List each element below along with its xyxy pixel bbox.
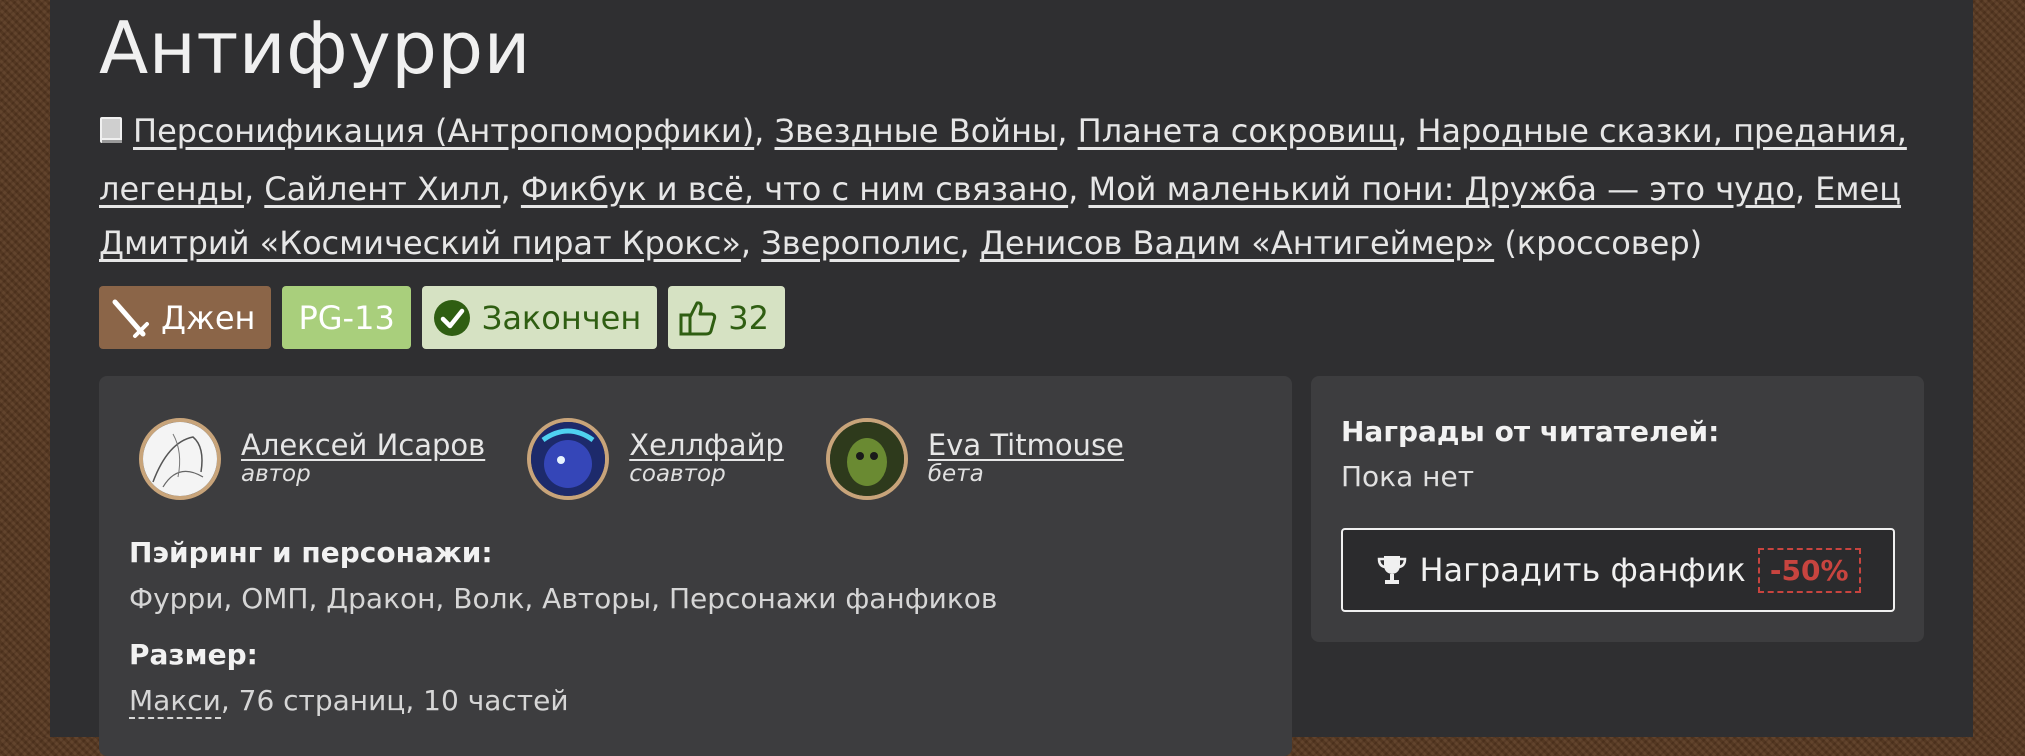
avatar[interactable] [825, 418, 908, 500]
book-icon [99, 108, 125, 162]
size-kind[interactable]: Макси [129, 684, 221, 719]
fandom-link[interactable]: Фикбук и всё, что с ним связано [521, 170, 1068, 208]
awards-title: Награды от читателей: [1341, 415, 1720, 448]
pairing-value: Фурри, ОМП, Дракон, Волк, Авторы, Персон… [129, 582, 998, 615]
direction-badge[interactable]: Джен [99, 286, 272, 349]
beta-role: бета [927, 461, 984, 487]
person-author: Алексей Исаров автор [139, 418, 485, 500]
rating-badge[interactable]: PG-13 [282, 286, 411, 349]
trophy-icon [1378, 556, 1407, 584]
fandom-link[interactable]: Планета сокровищ [1078, 112, 1397, 150]
status-badge[interactable]: Закончен [421, 286, 658, 349]
pairing-label: Пэйринг и персонажи: [129, 536, 493, 569]
coauthor-link[interactable]: Хеллфайр [629, 430, 784, 460]
people-list: Алексей Исаров автор Хеллфайр соавтор Ev… [139, 418, 1166, 500]
likes-badge[interactable]: 32 [668, 286, 785, 349]
fanfic-page: Антифурри Персонификация (Антропоморфики… [50, 0, 1973, 756]
person-coauthor: Хеллфайр соавтор [527, 418, 784, 500]
badge-row: Джен PG-13 Закончен 32 [99, 286, 785, 349]
discount-badge: -50% [1757, 547, 1861, 593]
beta-link[interactable]: Eva Titmouse [928, 430, 1124, 460]
check-circle-icon [433, 299, 470, 336]
crossover-note: (кроссовер) [1504, 224, 1703, 262]
likes-count: 32 [728, 298, 769, 337]
thumbs-up-icon [679, 300, 717, 335]
avatar[interactable] [527, 418, 610, 500]
status-label: Закончен [481, 298, 642, 337]
fandom-link[interactable]: Сайлент Хилл [264, 170, 500, 208]
awards-panel: Награды от читателей: Пока нет Наградить… [1311, 376, 1924, 642]
author-role: автор [241, 461, 311, 487]
info-panel: Алексей Исаров автор Хеллфайр соавтор Ev… [99, 376, 1292, 756]
person-beta: Eva Titmouse бета [825, 418, 1124, 500]
direction-label: Джен [161, 298, 256, 337]
fandom-link[interactable]: Зверополис [761, 224, 959, 262]
fandom-link[interactable]: Денисов Вадим «Антигеймер» [980, 224, 1494, 262]
size-label: Размер: [129, 638, 258, 671]
fandom-list: Персонификация (Антропоморфики), Звездны… [99, 104, 1959, 270]
fandom-link[interactable]: Мой маленький пони: Дружба — это чудо [1088, 170, 1794, 208]
award-fanfic-button[interactable]: Наградить фанфик -50% [1341, 528, 1895, 612]
size-value: Макси, 76 страниц, 10 частей [129, 684, 569, 719]
fandom-link[interactable]: Персонификация (Антропоморфики) [133, 112, 754, 150]
sword-icon [112, 299, 149, 338]
fandom-link[interactable]: Звездные Войны [775, 112, 1058, 150]
rating-label: PG-13 [298, 298, 395, 337]
awards-empty-text: Пока нет [1341, 460, 1474, 493]
size-details: , 76 страниц, 10 частей [220, 684, 569, 717]
award-button-label: Наградить фанфик [1419, 551, 1746, 589]
avatar[interactable] [139, 418, 221, 500]
page-title: Антифурри [99, 6, 531, 90]
author-link[interactable]: Алексей Исаров [241, 430, 485, 460]
coauthor-role: соавтор [629, 461, 726, 487]
